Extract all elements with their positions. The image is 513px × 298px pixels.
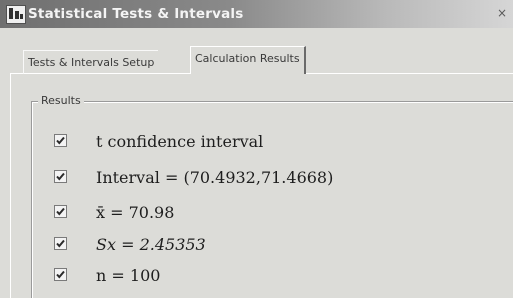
checkmark-icon — [56, 270, 65, 279]
window-title: Statistical Tests & Intervals — [28, 6, 244, 22]
checkmark-icon — [56, 172, 65, 181]
result-row: n = 100 — [0, 264, 513, 290]
result-text: n = 100 — [96, 266, 161, 285]
tab-tests-intervals-setup[interactable]: Tests & Intervals Setup — [23, 50, 159, 76]
result-row: t confidence interval — [0, 130, 513, 156]
checkbox[interactable] — [54, 268, 67, 281]
close-icon[interactable]: × — [494, 5, 510, 21]
result-text: t confidence interval — [96, 132, 264, 151]
checkbox[interactable] — [54, 205, 67, 218]
checkmark-icon — [56, 239, 65, 248]
result-text: Interval = (70.4932,71.4668) — [96, 168, 334, 187]
result-text: Sx = 2.45353 — [96, 235, 206, 254]
results-group-title: Results — [38, 93, 84, 109]
result-row: x̄ = 70.98 — [0, 201, 513, 227]
stats-app-icon — [6, 5, 26, 24]
checkbox[interactable] — [54, 237, 67, 250]
result-row: Sx = 2.45353 — [0, 233, 513, 259]
result-text: x̄ = 70.98 — [96, 203, 175, 222]
checkbox[interactable] — [54, 170, 67, 183]
checkbox[interactable] — [54, 134, 67, 147]
tab-calculation-results[interactable]: Calculation Results — [190, 46, 306, 74]
checkmark-icon — [56, 207, 65, 216]
title-bar[interactable]: Statistical Tests & Intervals × — [0, 0, 513, 28]
result-row: Interval = (70.4932,71.4668) — [0, 166, 513, 192]
checkmark-icon — [56, 136, 65, 145]
dialog-window: Statistical Tests & Intervals × Tests & … — [0, 0, 513, 298]
